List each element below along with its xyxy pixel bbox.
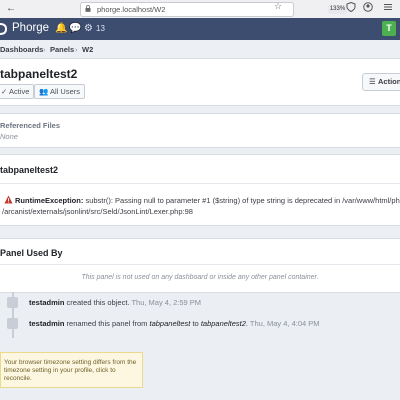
- app-header: Phorge 🔔 💬 ⚙ 13 T: [0, 18, 400, 40]
- avatar[interactable]: T: [382, 21, 396, 36]
- breadcrumb-dashboards[interactable]: Dashboards: [0, 45, 43, 54]
- breadcrumb-current: W2: [82, 45, 94, 54]
- page-header: tabpaneltest2 ✓ Active 👥 All Users ☰ Act…: [0, 59, 400, 106]
- bookmark-icon[interactable]: ☆: [274, 1, 282, 12]
- breadcrumb-separator: ›: [43, 45, 46, 54]
- phorge-logo-icon[interactable]: [0, 23, 7, 35]
- url-text: phorge.localhost/W2: [97, 5, 166, 14]
- breadcrumb-separator: ›: [75, 45, 78, 54]
- user-link[interactable]: testadmin: [29, 319, 64, 328]
- user-link[interactable]: testadmin: [29, 298, 64, 307]
- app-name[interactable]: Phorge: [12, 22, 49, 34]
- warning-icon: [4, 195, 13, 204]
- address-bar[interactable]: phorge.localhost/W2 133%: [80, 2, 347, 17]
- notification-count[interactable]: 13: [96, 24, 105, 33]
- empty-state-text: This panel is not used on any dashboard …: [81, 274, 319, 281]
- divider: [0, 264, 400, 265]
- shield-icon[interactable]: [346, 2, 356, 12]
- error-message: RuntimeException: substr(): Passing null…: [15, 196, 400, 205]
- visibility-badge: 👥 All Users: [34, 84, 86, 99]
- menu-icon: ☰: [369, 77, 376, 86]
- menu-icon[interactable]: [383, 2, 393, 12]
- users-icon: 👥: [39, 87, 51, 96]
- back-arrow-icon[interactable]: ←: [6, 3, 16, 14]
- divider: [0, 183, 400, 184]
- referenced-files-section: Referenced Files None: [0, 113, 400, 148]
- error-message-cont: /arcanist/externals/jsonlint/src/Seld/Js…: [2, 207, 193, 216]
- lock-icon: [85, 5, 91, 12]
- timezone-notice[interactable]: Your browser timezone setting differs fr…: [0, 352, 143, 388]
- status-badge: ✓ Active: [0, 84, 35, 99]
- section-value: None: [0, 132, 18, 141]
- chat-icon[interactable]: 💬: [69, 23, 81, 34]
- account-icon[interactable]: [363, 2, 373, 12]
- page-title: tabpaneltest2: [0, 67, 78, 81]
- timeline-event-icon: [7, 318, 18, 329]
- actions-button[interactable]: ☰ Actions: [362, 73, 400, 91]
- breadcrumb: Dashboards › Panels › W2: [0, 40, 400, 59]
- timestamp[interactable]: Thu, May 4, 2:59 PM: [131, 298, 201, 307]
- panel-preview: tabpaneltest2 RuntimeException: substr()…: [0, 154, 400, 226]
- zoom-badge[interactable]: 133%: [328, 5, 347, 14]
- panel-title: tabpaneltest2: [0, 165, 59, 175]
- check-icon: ✓: [1, 87, 9, 96]
- breadcrumb-panels[interactable]: Panels: [50, 45, 74, 54]
- section-label: Referenced Files: [0, 121, 61, 130]
- timeline-item: testadmin renamed this panel from tabpan…: [29, 319, 320, 328]
- timeline-event-icon: [7, 297, 18, 308]
- timeline-item: testadmin created this object. Thu, May …: [29, 298, 202, 307]
- section-title: Panel Used By: [0, 248, 63, 258]
- timestamp[interactable]: Thu, May 4, 4:04 PM: [250, 319, 320, 328]
- browser-toolbar: ← phorge.localhost/W2 133% ☆: [0, 0, 400, 19]
- actions-label: Actions: [378, 77, 400, 86]
- bell-icon[interactable]: 🔔: [55, 23, 67, 34]
- settings-icon[interactable]: ⚙: [84, 23, 93, 34]
- panel-used-by-section: Panel Used By This panel is not used on …: [0, 238, 400, 293]
